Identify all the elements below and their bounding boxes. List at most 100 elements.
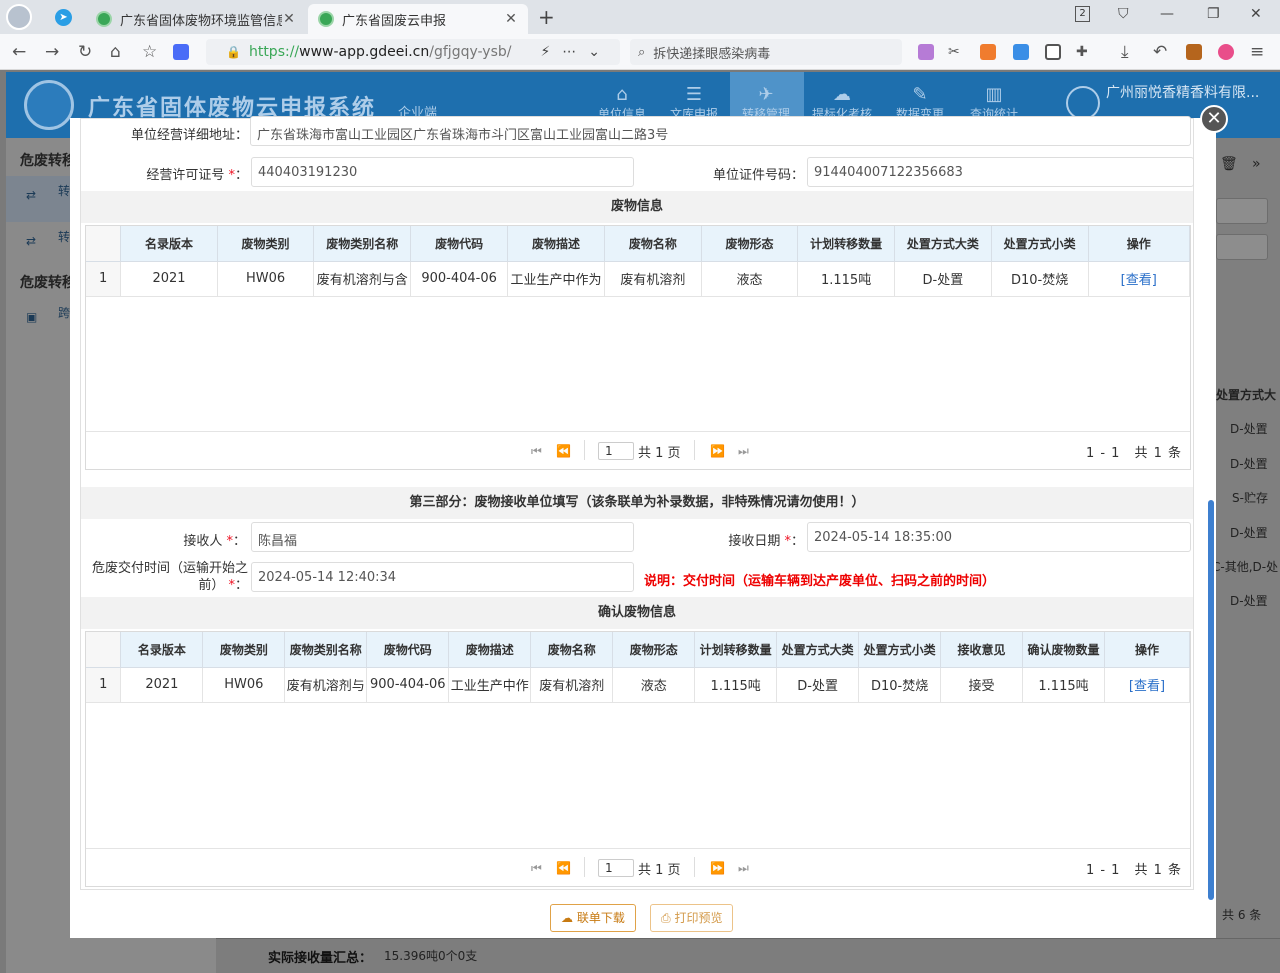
tab-close-icon[interactable]: ✕ bbox=[282, 11, 296, 27]
col-header[interactable]: 废物代码 bbox=[410, 226, 509, 262]
last-page-icon[interactable]: ⏭ bbox=[738, 444, 749, 459]
receiver-label: 接收人 *： bbox=[183, 534, 246, 549]
user-avatar-icon[interactable] bbox=[1066, 86, 1100, 120]
col-header[interactable]: 名录版本 bbox=[120, 632, 204, 668]
browser-profile-avatar[interactable] bbox=[6, 4, 32, 30]
col-header[interactable]: 废物代码 bbox=[366, 632, 450, 668]
close-window-icon[interactable]: ✕ bbox=[1250, 6, 1262, 22]
col-header[interactable]: 废物类别名称 bbox=[313, 226, 412, 262]
col-header[interactable]: 废物描述 bbox=[507, 226, 605, 262]
col-header[interactable]: 接收意见 bbox=[940, 632, 1024, 668]
reload-icon[interactable]: ↻ bbox=[78, 42, 92, 62]
col-header[interactable]: 计划转移数量 bbox=[694, 632, 778, 668]
download-icon[interactable]: ⤓ bbox=[1121, 42, 1129, 62]
col-header[interactable]: 废物名称 bbox=[530, 632, 614, 668]
url-tools-icon[interactable]: ⚡⋯⌄ bbox=[540, 44, 612, 60]
search-text: 拆快递揉眼感染病毒 bbox=[653, 46, 771, 62]
col-header[interactable]: 废物形态 bbox=[612, 632, 696, 668]
col-header[interactable]: 处置方式小类 bbox=[858, 632, 942, 668]
back-icon[interactable]: ← bbox=[12, 42, 26, 62]
scrollbar-thumb[interactable] bbox=[1208, 500, 1214, 900]
col-header[interactable]: 处置方式小类 bbox=[991, 226, 1089, 262]
home-icon[interactable]: ⌂ bbox=[110, 42, 121, 62]
menu-icon[interactable]: ≡ bbox=[1250, 42, 1264, 62]
receiver-field[interactable]: 陈昌福 bbox=[251, 522, 634, 552]
translate-icon[interactable] bbox=[918, 44, 934, 60]
tab-close-icon[interactable]: ✕ bbox=[504, 11, 518, 27]
next-page-icon[interactable]: ⏩ bbox=[710, 861, 725, 875]
col-header[interactable]: 废物名称 bbox=[604, 226, 702, 262]
restore-icon[interactable]: ❐ bbox=[1207, 6, 1220, 22]
url-bar[interactable]: 🔒 https:// www-app.gdeei.cn /gfjgqy-ysb/… bbox=[206, 39, 620, 65]
col-header[interactable]: 废物描述 bbox=[448, 632, 532, 668]
last-page-icon[interactable]: ⏭ bbox=[738, 861, 749, 876]
first-page-icon[interactable]: ⏮ bbox=[531, 861, 542, 876]
background-cell: D-处置 bbox=[1230, 594, 1268, 608]
forward-icon[interactable]: → bbox=[45, 42, 59, 62]
company-name: 广州丽悦香精香料有限... bbox=[1106, 85, 1260, 101]
license-field[interactable]: 440403191230 bbox=[251, 157, 634, 187]
view-link[interactable]: [查看] bbox=[1121, 273, 1157, 288]
extensions-icon[interactable]: ✚ bbox=[1076, 44, 1088, 60]
table-header-row: 名录版本 废物类别 废物类别名称 废物代码 废物描述 废物名称 废物形态 计划转… bbox=[86, 632, 1191, 668]
browser-tab-2[interactable]: 广东省固废云申报 ✕ bbox=[308, 4, 528, 34]
col-header[interactable]: 确认废物数量 bbox=[1022, 632, 1105, 668]
col-header[interactable]: 废物形态 bbox=[701, 226, 799, 262]
total-pages: 共 1 页 bbox=[638, 446, 681, 461]
required-mark: * bbox=[222, 534, 233, 549]
col-header[interactable]: 处置方式大类 bbox=[894, 226, 992, 262]
col-header[interactable]: 处置方式大类 bbox=[776, 632, 860, 668]
modal-scrollbar[interactable] bbox=[1207, 130, 1215, 900]
cert-field[interactable]: 914404007122356683 bbox=[807, 157, 1194, 187]
first-page-icon[interactable]: ⏮ bbox=[531, 444, 542, 459]
col-header[interactable]: 废物类别 bbox=[202, 632, 286, 668]
required-mark: * bbox=[780, 534, 791, 549]
telegram-icon[interactable]: ➤ bbox=[55, 9, 72, 26]
browser-tab-1[interactable]: 广东省固体废物环境监管信息平 ✕ bbox=[86, 4, 306, 34]
undo-icon[interactable]: ↶ bbox=[1153, 42, 1167, 62]
page-number-input[interactable]: 1 bbox=[598, 859, 634, 877]
cell-action: [查看] bbox=[1104, 667, 1191, 703]
bookmark-star-icon[interactable]: ☆ bbox=[142, 42, 157, 62]
tab-count-badge[interactable]: 2 bbox=[1075, 6, 1090, 22]
background-select-2[interactable] bbox=[1216, 234, 1268, 260]
download-manifest-button[interactable]: ☁ 联单下载 bbox=[550, 904, 636, 932]
search-box[interactable]: ⌕ 拆快递揉眼感染病毒 bbox=[630, 39, 902, 65]
reader-icon[interactable] bbox=[1045, 44, 1061, 60]
page-number-input[interactable]: 1 bbox=[598, 442, 634, 460]
print-preview-button[interactable]: ⎙ 打印预览 bbox=[650, 904, 734, 932]
color-icon[interactable] bbox=[1218, 44, 1234, 60]
shirt-icon[interactable]: ⛉ bbox=[1118, 6, 1129, 22]
minimize-icon[interactable]: — bbox=[1160, 6, 1174, 22]
cell-catalog-version: 2021 bbox=[120, 667, 204, 703]
trash-icon[interactable]: 🗑 bbox=[1220, 156, 1238, 172]
expand-icon[interactable]: » bbox=[1252, 156, 1261, 172]
ai-icon[interactable] bbox=[173, 44, 189, 60]
modal-close-button[interactable]: ✕ bbox=[1200, 105, 1228, 133]
col-header[interactable]: 废物类别 bbox=[217, 226, 315, 262]
prev-page-icon[interactable]: ⏪ bbox=[556, 861, 571, 875]
address-field[interactable]: 广东省珠海市富山工业园区广东省珠海市斗门区富山工业园富山二路3号 bbox=[250, 116, 1191, 146]
table-row[interactable]: 1 2021 HW06 废有机溶剂与 900-404-06 工业生产中作 废有机… bbox=[86, 667, 1191, 703]
col-header[interactable]: 废物类别名称 bbox=[284, 632, 368, 668]
briefcase-icon[interactable] bbox=[1186, 44, 1202, 60]
receive-date-label-text: 接收日期 bbox=[728, 534, 781, 549]
tab-title: 广东省固体废物环境监管信息平 bbox=[120, 13, 282, 29]
background-select-1[interactable] bbox=[1216, 198, 1268, 224]
find-icon[interactable] bbox=[1013, 44, 1029, 60]
pager-info: 1 - 1 共 1 条 bbox=[1085, 863, 1182, 878]
prev-page-icon[interactable]: ⏪ bbox=[556, 444, 571, 458]
scissors-icon[interactable]: ✂ bbox=[948, 44, 960, 60]
view-link[interactable]: [查看] bbox=[1129, 679, 1165, 694]
manifest-detail-modal: 单位经营详细地址： 广东省珠海市富山工业园区广东省珠海市斗门区富山工业园富山二路… bbox=[70, 116, 1216, 938]
col-header[interactable]: 名录版本 bbox=[120, 226, 218, 262]
handover-time-field[interactable]: 2024-05-14 12:40:34 bbox=[251, 562, 634, 592]
new-tab-plus-icon[interactable]: + bbox=[538, 5, 555, 29]
next-page-icon[interactable]: ⏩ bbox=[710, 444, 725, 458]
game-icon[interactable] bbox=[980, 44, 996, 60]
receive-date-field[interactable]: 2024-05-14 18:35:00 bbox=[807, 522, 1191, 552]
bar-chart-icon: ▥ bbox=[985, 84, 1003, 105]
cell-disposal-minor: D10-焚烧 bbox=[991, 261, 1089, 297]
col-header[interactable]: 计划转移数量 bbox=[797, 226, 895, 262]
table-row[interactable]: 1 2021 HW06 废有机溶剂与含 900-404-06 工业生产中作为 废… bbox=[86, 261, 1191, 297]
